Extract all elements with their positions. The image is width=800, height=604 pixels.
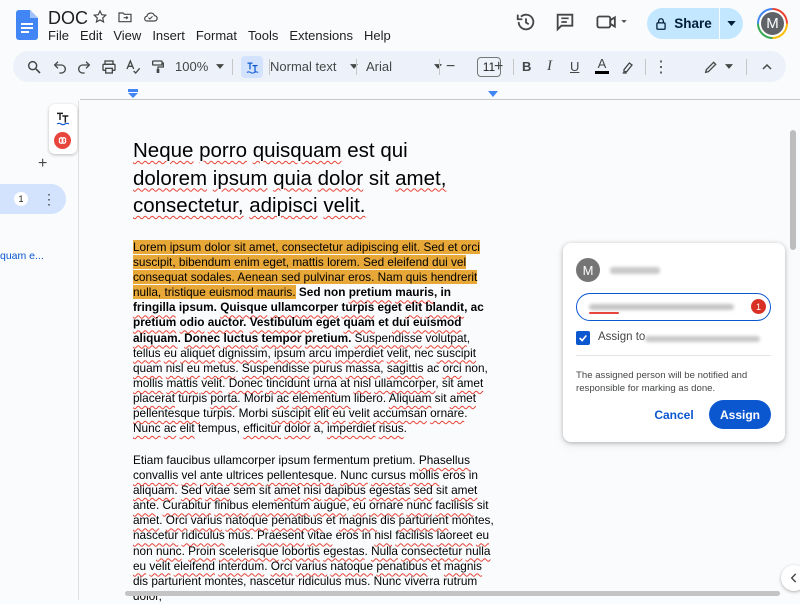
zoom-select[interactable]: 100% [175,57,225,76]
account-avatar[interactable]: M [757,8,788,39]
star-icon[interactable] [92,9,110,27]
body-paragraph-2[interactable]: Etiam faucibus ullamcorper ipsum ferment… [133,453,495,604]
decrease-font-size-button[interactable]: − [446,57,455,76]
text-color-letter: A [597,56,607,71]
checkmark-icon [579,334,587,342]
document-heading[interactable]: Neque porro quisquam est qui dolorem ips… [133,137,503,220]
commenter-avatar: M [576,258,600,282]
side-panel-toggle-icon[interactable] [781,565,800,591]
share-button[interactable]: Share [647,8,743,39]
document-title[interactable]: DOC [48,8,88,29]
card-divider [576,355,771,356]
left-indent-marker-icon[interactable] [128,89,138,98]
menu-insert[interactable]: Insert [152,27,185,45]
share-main[interactable]: Share [647,8,719,39]
assign-note: The assigned person will be notified and… [576,370,748,394]
toolbar: 100% Normal text Arial − 11 + B I U A ⋮ [13,51,786,82]
print-icon[interactable] [101,57,117,76]
version-history-icon[interactable] [515,11,539,35]
cancel-button[interactable]: Cancel [649,401,699,429]
comment-text-redacted [589,304,734,310]
cloud-saved-icon[interactable] [142,9,160,27]
paragraph-style-value: Normal text [270,59,337,74]
commenter-name-redacted [610,267,660,274]
zoom-dropdown-icon [216,64,225,69]
languagetool-icon[interactable] [55,110,71,126]
editing-mode-dropdown-icon [725,64,733,69]
more-options-icon[interactable]: ⋮ [653,57,669,76]
menu-view[interactable]: View [113,27,141,45]
undo-icon[interactable] [52,57,68,76]
body-paragraph-1[interactable]: Lorem ipsum dolor sit amet, consectetur … [133,240,495,436]
assign-button[interactable]: Assign [709,400,771,429]
add-tab-button[interactable]: + [38,155,47,173]
outline-divider [78,101,79,600]
search-menus-icon[interactable] [26,57,42,76]
zoom-value: 100% [175,59,209,74]
comments-icon[interactable] [554,11,578,35]
share-label: Share [674,16,712,31]
menu-edit[interactable]: Edit [80,27,102,45]
bold-button[interactable]: B [522,57,531,76]
editing-mode-icon[interactable] [703,57,733,76]
hide-menus-chevron-icon[interactable] [759,57,775,76]
comment-error-badge[interactable]: 1 [751,299,766,314]
underline-button[interactable]: U [570,57,579,76]
outline-tab-item[interactable] [0,184,66,214]
docs-logo-icon[interactable] [16,10,38,40]
right-indent-marker-icon[interactable] [488,91,498,97]
menu-extensions[interactable]: Extensions [289,27,353,45]
languagetool-toolbar-icon[interactable] [241,56,263,78]
menu-bar: File Edit View Insert Format Tools Exten… [48,27,402,45]
lock-icon [654,17,668,31]
text-color-button[interactable]: A [595,57,609,76]
font-select[interactable]: Arial [366,57,443,76]
style-dropdown-icon [350,64,359,69]
redo-icon[interactable] [76,57,92,76]
outline-more-icon[interactable]: ⋮ [42,191,56,208]
share-dropdown-icon[interactable] [720,8,743,39]
error-count-icon[interactable] [54,132,71,149]
horizontal-scrollbar[interactable] [125,591,780,596]
paragraph-style-select[interactable]: Normal text [270,57,359,76]
menu-format[interactable]: Format [196,27,237,45]
meet-video-icon[interactable] [595,11,633,35]
assign-checkbox[interactable] [576,331,590,345]
spelling-check-icon[interactable] [125,57,141,76]
outline-tab-number: 1 [14,192,28,206]
comment-spell-underline [589,312,619,314]
font-value: Arial [366,59,393,74]
comment-card[interactable]: M 1 Assign to The assigned person will b… [563,243,785,442]
paint-format-icon[interactable] [150,57,166,76]
outline-heading-link[interactable]: quam e... [0,250,44,262]
highlight-color-icon[interactable] [620,57,636,76]
menu-help[interactable]: Help [364,27,391,45]
horizontal-ruler[interactable] [80,88,800,100]
move-folder-icon[interactable] [117,9,135,27]
vertical-scrollbar[interactable] [790,130,796,250]
menu-file[interactable]: File [48,27,69,45]
text-color-swatch [595,71,609,74]
italic-button[interactable]: I [547,57,552,76]
languagetool-floating-widget[interactable] [49,104,77,154]
comment-input[interactable]: 1 [576,293,771,321]
menu-tools[interactable]: Tools [248,27,278,45]
increase-font-size-button[interactable]: + [494,57,503,76]
assign-to-label: Assign to [598,331,646,343]
assignee-redacted [645,336,760,342]
